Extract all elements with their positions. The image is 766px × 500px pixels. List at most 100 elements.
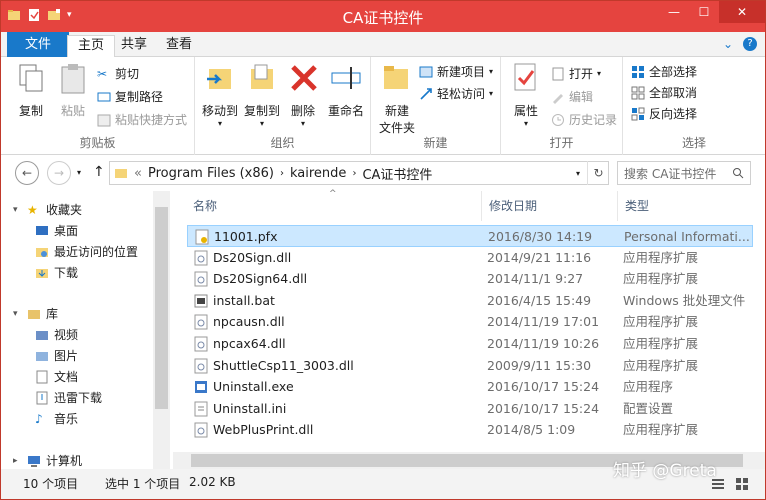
certificate-file-icon bbox=[195, 229, 209, 245]
address-bar[interactable]: « Program Files (x86) › kairende › CA证书控… bbox=[109, 161, 609, 185]
nav-scrollbar-thumb[interactable] bbox=[155, 207, 168, 409]
minimize-button[interactable]: — bbox=[659, 1, 689, 23]
collapse-ribbon-icon[interactable]: ⌄ bbox=[723, 37, 733, 51]
breadcrumb-ca-folder[interactable]: CA证书控件 bbox=[362, 164, 432, 183]
table-row[interactable]: npcausn.dll 2014/11/19 17:01 应用程序扩展 bbox=[187, 311, 753, 333]
address-dropdown-icon[interactable]: ▾ bbox=[576, 169, 580, 178]
table-row[interactable]: ShuttleCsp11_3003.dll 2009/9/11 15:30 应用程序… bbox=[187, 355, 753, 377]
nav-item-downloads[interactable]: 下载 bbox=[35, 264, 78, 281]
dll-file-icon bbox=[194, 271, 208, 287]
move-to-folder-icon bbox=[207, 69, 231, 89]
paste-button[interactable]: 粘贴 bbox=[55, 61, 91, 119]
history-button[interactable]: 历史记录 bbox=[551, 111, 617, 128]
breadcrumb-overflow[interactable]: « bbox=[134, 166, 142, 181]
new-item-button[interactable]: 新建项目 ▾ bbox=[419, 63, 493, 80]
table-row[interactable]: Uninstall.exe 2016/10/17 15:24 应用程序 bbox=[187, 376, 753, 398]
nav-item-documents[interactable]: 文档 bbox=[35, 368, 78, 385]
column-header-type[interactable]: 类型 bbox=[625, 191, 649, 221]
file-date: 2014/11/19 10:26 bbox=[487, 336, 600, 351]
easy-access-button[interactable]: 轻松访问 ▾ bbox=[419, 85, 493, 102]
tab-file[interactable]: 文件 bbox=[7, 32, 70, 57]
arrow-up-icon: ↑ bbox=[93, 164, 105, 180]
breadcrumb-separator-icon[interactable]: › bbox=[280, 168, 284, 179]
nav-item-music[interactable]: ♪ 音乐 bbox=[35, 410, 78, 427]
new-folder-button[interactable]: 新建 文件夹 bbox=[375, 61, 419, 136]
table-row[interactable]: npcax64.dll 2014/11/19 10:26 应用程序扩展 bbox=[187, 333, 753, 355]
select-none-button[interactable]: 全部取消 bbox=[631, 84, 697, 101]
table-row[interactable]: Ds20Sign64.dll 2014/11/1 9:27 应用程序扩展 bbox=[187, 268, 753, 290]
move-to-dropdown-icon: ▾ bbox=[217, 119, 222, 128]
download-folder-icon bbox=[36, 268, 48, 278]
copy-path-button[interactable]: 复制路径 bbox=[97, 88, 163, 105]
large-icons-view-icon[interactable] bbox=[735, 477, 749, 491]
file-type: Windows 批处理文件 bbox=[623, 292, 746, 308]
back-button[interactable]: ← bbox=[15, 161, 39, 185]
tab-share[interactable]: 共享 bbox=[111, 35, 157, 57]
file-date: 2014/9/21 11:16 bbox=[487, 249, 592, 265]
table-row[interactable]: 11001.pfx 2016/8/30 14:19 Personal Informa… bbox=[187, 225, 753, 247]
up-button[interactable]: ↑ bbox=[93, 164, 105, 180]
column-header-date[interactable]: 修改日期 bbox=[489, 191, 537, 221]
nav-item-desktop[interactable]: 桌面 bbox=[35, 222, 78, 239]
select-group-label: 选择 bbox=[681, 136, 706, 150]
properties-button[interactable]: 属性 ▾ bbox=[507, 61, 545, 128]
nav-item-computer[interactable]: ▸ 计算机 bbox=[13, 452, 82, 469]
edit-button[interactable]: 编辑 bbox=[551, 88, 593, 105]
file-date: 2016/4/15 15:49 bbox=[487, 292, 592, 308]
tab-home[interactable]: 主页 bbox=[67, 35, 116, 58]
select-all-button[interactable]: 全部选择 bbox=[631, 63, 697, 80]
move-to-button[interactable]: 移动到 ▾ bbox=[199, 61, 241, 128]
column-header-name[interactable]: 名称 bbox=[193, 191, 217, 221]
copy-to-button[interactable]: 复制到 ▾ bbox=[241, 61, 283, 128]
expand-chevron-icon[interactable]: ▾ bbox=[13, 309, 18, 319]
column-separator[interactable] bbox=[481, 191, 482, 221]
table-row[interactable]: WebPlusPrint.dll 2014/8/5 1:09 应用程序扩展 bbox=[187, 419, 753, 441]
delete-button[interactable]: 删除 ▾ bbox=[287, 61, 319, 128]
properties-icon bbox=[514, 63, 536, 91]
file-name: Ds20Sign.dll bbox=[213, 249, 292, 265]
nav-item-recent-places[interactable]: 最近访问的位置 bbox=[35, 243, 138, 260]
column-separator[interactable] bbox=[617, 191, 618, 221]
breadcrumb-kairende[interactable]: kairende bbox=[290, 166, 346, 181]
table-row[interactable]: Uninstall.ini 2016/10/17 15:24 配置设置 bbox=[187, 398, 753, 420]
file-name: Ds20Sign64.dll bbox=[213, 271, 308, 287]
file-list: 名称 修改日期 类型 ^ 11001.pfx 2016/8/30 14:19 Per… bbox=[173, 189, 765, 469]
cut-button[interactable]: ✂ 剪切 bbox=[97, 65, 139, 82]
open-group: 属性 ▾ 打开 ▾ 编辑 历史记录 打开 bbox=[501, 57, 623, 155]
file-type: 应用程序扩展 bbox=[623, 422, 699, 438]
expand-chevron-icon[interactable]: ▸ bbox=[13, 456, 18, 466]
table-row[interactable]: Ds20Sign.dll 2014/9/21 11:16 应用程序扩展 bbox=[187, 247, 753, 269]
search-box[interactable]: 搜索 CA证书控件 bbox=[617, 161, 751, 185]
nav-item-favorites[interactable]: ▾ ★ 收藏夹 bbox=[13, 201, 82, 218]
open-button[interactable]: 打开 ▾ bbox=[551, 65, 601, 82]
rename-icon bbox=[331, 67, 361, 89]
video-library-icon bbox=[36, 330, 48, 340]
copy-button[interactable]: 复制 bbox=[13, 61, 49, 119]
rename-button[interactable]: 重命名 bbox=[323, 61, 369, 119]
maximize-button[interactable]: ☐ bbox=[689, 1, 719, 23]
invert-selection-button[interactable]: 反向选择 bbox=[631, 105, 697, 122]
table-row[interactable]: install.bat 2016/4/15 15:49 Windows 批处理文件 bbox=[187, 290, 753, 312]
paste-shortcut-button[interactable]: 粘贴快捷方式 bbox=[97, 111, 187, 128]
tab-view[interactable]: 查看 bbox=[156, 35, 202, 57]
close-button[interactable]: ✕ bbox=[719, 1, 765, 23]
help-icon[interactable]: ? bbox=[743, 37, 757, 51]
search-input[interactable]: 搜索 CA证书控件 bbox=[624, 165, 716, 182]
nav-item-videos[interactable]: 视频 bbox=[35, 326, 78, 343]
nav-item-pictures[interactable]: 图片 bbox=[35, 347, 78, 364]
breadcrumb-separator-icon[interactable]: › bbox=[352, 168, 356, 179]
nav-item-libraries[interactable]: ▾ 库 bbox=[13, 305, 58, 322]
file-date: 2016/10/17 15:24 bbox=[487, 379, 600, 395]
item-count: 10 个项目 bbox=[23, 477, 79, 491]
recent-places-icon bbox=[36, 247, 48, 257]
desktop-icon bbox=[36, 225, 48, 235]
dll-file-icon bbox=[194, 250, 208, 266]
refresh-button[interactable]: ↻ bbox=[587, 161, 609, 185]
breadcrumb-program-files[interactable]: Program Files (x86) bbox=[148, 166, 274, 181]
folder-icon bbox=[115, 169, 127, 178]
nav-item-thunder-downloads[interactable]: 迅雷下载 bbox=[35, 389, 102, 406]
forward-button[interactable]: → bbox=[47, 161, 71, 185]
expand-chevron-icon[interactable]: ▾ bbox=[13, 205, 18, 215]
recent-locations-dropdown-icon[interactable]: ▾ bbox=[77, 168, 81, 177]
edit-icon bbox=[553, 93, 563, 104]
